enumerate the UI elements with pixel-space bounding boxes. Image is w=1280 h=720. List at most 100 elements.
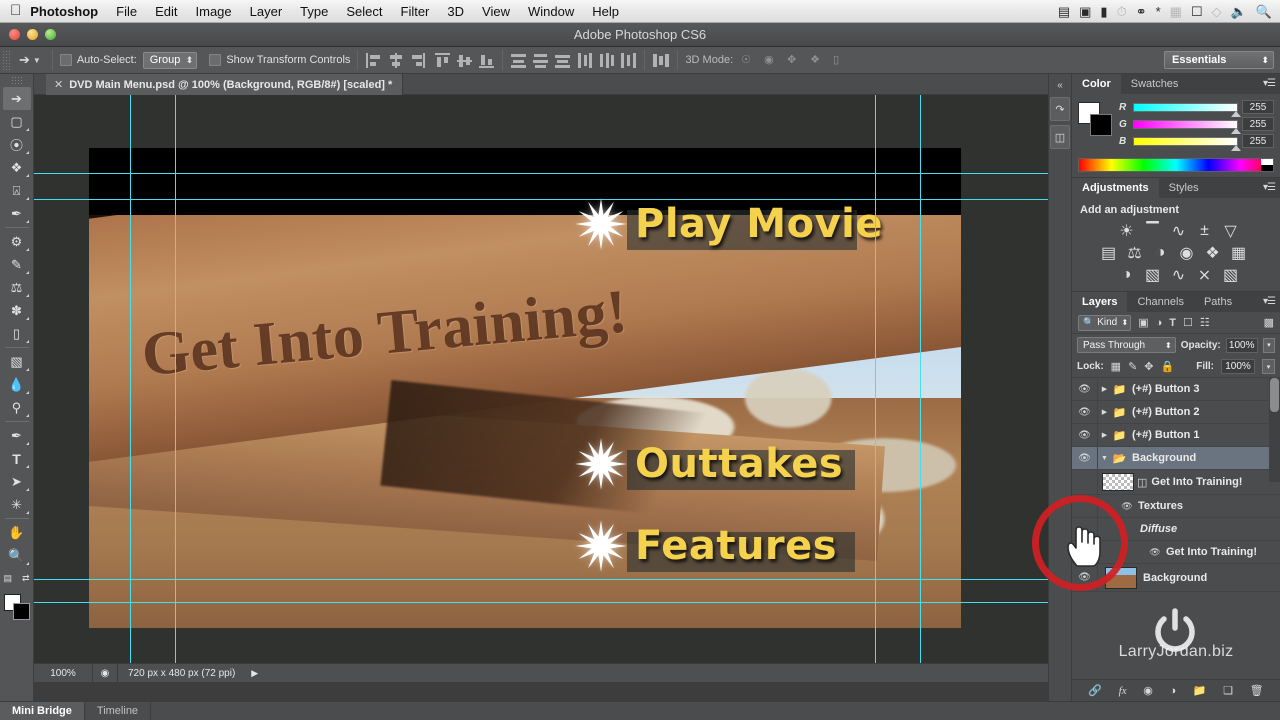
distribute-right-edges-icon[interactable] [620,52,637,69]
distribute-bottom-edges-icon[interactable] [554,52,571,69]
layer-style-fx-icon[interactable]: fx [1119,685,1127,697]
layer-row-button-3[interactable]: 👁 ▶ 📁 (+#) Button 3 [1072,377,1280,401]
type-tool[interactable]: T [3,447,31,470]
menu-layer[interactable]: Layer [241,0,292,23]
expand-arrow-icon[interactable]: ▶ [1098,408,1111,416]
horizontal-guide[interactable] [34,602,1048,603]
menu-button-play-movie[interactable]: Play Movie [573,196,883,252]
3d-roll-icon[interactable]: ◉ [764,53,779,68]
move-tool[interactable]: ➔ [2,87,31,110]
layer-mask-icon[interactable]: ◉ [1143,684,1153,697]
menu-button-outtakes[interactable]: Outtakes [573,436,855,492]
vertical-guide[interactable] [130,95,131,682]
close-icon[interactable]: ✕ [54,78,63,91]
black-white-icon[interactable]: ◑ [1152,244,1169,261]
fill-stepper-icon[interactable]: ▾ [1262,359,1275,374]
3d-slide-icon[interactable]: ❖ [810,53,825,68]
3d-orbit-icon[interactable]: ☉ [741,53,756,68]
channel-mixer-icon[interactable]: ❖ [1204,244,1221,262]
tab-channels[interactable]: Channels [1127,292,1193,312]
history-brush-tool[interactable]: ✽ [3,299,31,322]
invert-icon[interactable]: ◑ [1118,266,1135,283]
align-bottom-edges-icon[interactable] [478,52,495,69]
brightness-contrast-icon[interactable]: ☀ [1118,222,1135,240]
menu-edit[interactable]: Edit [146,0,186,23]
blur-tool[interactable]: 💧 [3,373,31,396]
gradient-tool[interactable]: ▧ [3,350,31,373]
adjustment-layer-filter-icon[interactable]: ◑ [1156,317,1163,329]
vertical-guide[interactable] [920,95,921,682]
horizontal-guide[interactable] [34,579,1048,580]
photo-filter-icon[interactable]: ◉ [1178,244,1195,262]
workspace-switcher[interactable]: Essentials [1164,51,1274,69]
shape-tool[interactable]: ✳ [3,493,31,516]
path-selection-tool[interactable]: ➤ [3,470,31,493]
3d-pan-icon[interactable]: ✥ [787,53,802,68]
menu-select[interactable]: Select [337,0,391,23]
red-slider[interactable] [1133,102,1241,117]
tab-adjustments[interactable]: Adjustments [1072,178,1159,198]
new-adjustment-layer-icon[interactable]: ◑ [1170,685,1177,697]
curves-icon[interactable]: ∿ [1170,222,1187,240]
auto-align-layers-icon[interactable] [652,52,670,69]
wifi-icon[interactable]: ◇ [1212,5,1222,18]
tab-mini-bridge[interactable]: Mini Bridge [0,702,85,720]
menu-view[interactable]: View [473,0,519,23]
layer-visibility-icon[interactable]: 👁 [1072,400,1098,424]
color-swatches[interactable] [3,594,30,620]
marquee-tool[interactable]: ▢ [3,110,31,133]
panel-menu-icon[interactable]: ▾☰ [1263,182,1276,193]
menu-filter[interactable]: Filter [392,0,439,23]
link-layers-icon[interactable]: 🔗 [1088,684,1102,697]
lock-transparent-pixels-icon[interactable]: ▦ [1111,360,1121,373]
lock-all-icon[interactable]: 🔒 [1161,360,1175,373]
brush-tool[interactable]: ✎ [3,253,31,276]
tab-layers[interactable]: Layers [1072,292,1128,312]
posterize-icon[interactable]: ▧ [1144,266,1161,284]
distribute-top-edges-icon[interactable] [510,52,527,69]
color-lookup-icon[interactable]: ▦ [1230,244,1247,262]
canvas-area[interactable]: Get Into Training! Play Movie Outtakes F… [34,95,1048,682]
bluetooth-icon[interactable]: * [1156,5,1161,18]
distribute-left-edges-icon[interactable] [576,52,593,69]
fill-value[interactable]: 100% [1221,359,1255,374]
menu-image[interactable]: Image [187,0,241,23]
collapse-arrow-icon[interactable]: ▼ [1098,455,1111,462]
document-tab[interactable]: ✕ DVD Main Menu.psd @ 100% (Background, … [46,74,404,95]
distribute-vertical-centers-icon[interactable] [532,52,549,69]
pen-tool[interactable]: ✒ [3,424,31,447]
video-camera-icon[interactable]: ▣ [1079,5,1091,18]
grid-icon[interactable]: ▦ [1170,5,1182,18]
selective-color-icon[interactable]: ⨯ [1196,266,1213,284]
hue-saturation-icon[interactable]: ▤ [1100,244,1117,262]
align-right-edges-icon[interactable] [409,52,426,69]
layer-filter-kind-select[interactable]: 🔍 Kind [1078,314,1132,331]
filter-toggle-switch[interactable]: ▩ [1264,316,1274,329]
black-white-swatch[interactable] [1261,159,1273,171]
swap-colors-icon[interactable]: ⇄ [22,573,30,584]
layer-visibility-icon[interactable] [1072,470,1098,494]
volume-icon[interactable]: 🔈 [1231,5,1247,18]
spotlight-binoculars-icon[interactable]: ⚭ [1136,5,1147,18]
layer-list-scrollbar-thumb[interactable] [1270,378,1279,412]
panel-menu-icon[interactable]: ▾☰ [1263,78,1276,89]
horizontal-guide[interactable] [34,173,1048,174]
background-color-swatch[interactable] [1090,114,1112,136]
align-top-edges-icon[interactable] [434,52,451,69]
vibrance-icon[interactable]: ▽ [1222,222,1239,240]
blend-mode-select[interactable]: Pass Through [1077,337,1176,353]
layer-visibility-icon[interactable]: 👁 [1072,423,1098,447]
quick-selection-tool[interactable]: ❖ [3,156,31,179]
healing-brush-tool[interactable]: ⚙ [3,230,31,253]
status-expand-arrow-icon[interactable]: ▶ [245,668,258,679]
lasso-tool[interactable]: ⦿ [3,133,31,156]
menu-button-features[interactable]: Features [573,518,855,574]
align-left-edges-icon[interactable] [365,52,382,69]
delete-layer-icon[interactable]: 🗑 [1250,684,1264,697]
menu-file[interactable]: File [107,0,146,23]
tab-color[interactable]: Color [1072,74,1121,94]
collapse-panels-icon[interactable]: « [1057,80,1063,91]
dodge-tool[interactable]: ⚲ [3,396,31,419]
zoom-level[interactable]: 100% [34,668,92,679]
3d-zoom-camera-icon[interactable]: ▯ [833,53,848,68]
